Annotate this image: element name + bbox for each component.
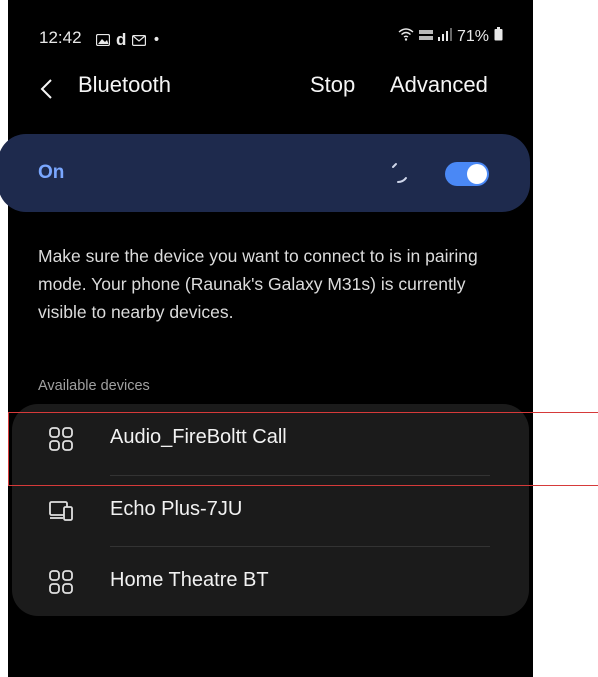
battery-percent: 71% [456, 27, 489, 45]
computer-device-icon [48, 498, 74, 524]
back-button[interactable] [36, 74, 60, 104]
status-dot: • [152, 32, 161, 48]
advanced-button[interactable]: Advanced [390, 72, 488, 98]
audio-device-icon [48, 569, 74, 595]
mail-icon [132, 31, 147, 50]
available-devices-label: Available devices [38, 378, 150, 394]
volte-icon [418, 28, 433, 46]
header-bar: Bluetooth Stop Advanced [8, 72, 533, 112]
signal-icon [437, 27, 452, 46]
phone-screen: 12:42 d • 71% Bluetooth Stop Advanced On… [0, 0, 533, 677]
page-title: Bluetooth [78, 72, 171, 97]
chevron-left-icon [40, 79, 52, 99]
device-item-echo-plus[interactable]: Echo Plus-7JU [12, 476, 529, 546]
scanning-spinner-icon [384, 158, 414, 188]
device-item-home-theatre[interactable]: Home Theatre BT [12, 547, 529, 617]
bluetooth-switch[interactable] [445, 162, 489, 186]
status-right: 71% [398, 27, 503, 46]
wifi-icon [398, 27, 414, 46]
device-name: Echo Plus-7JU [110, 498, 243, 520]
gallery-icon [95, 31, 111, 50]
switch-knob [467, 164, 487, 184]
status-letter: d [116, 30, 127, 49]
status-bar: 12:42 d • 71% [8, 0, 533, 72]
stop-button[interactable]: Stop [310, 72, 355, 98]
bluetooth-state-label: On [38, 162, 65, 183]
pairing-description: Make sure the device you want to connect… [38, 246, 478, 322]
audio-device-icon [48, 426, 74, 452]
device-name: Audio_FireBoltt Call [110, 426, 287, 448]
available-devices-list: Audio_FireBoltt Call Echo Plus-7JU Home … [12, 404, 529, 616]
device-item-audio-fireboltt[interactable]: Audio_FireBoltt Call [12, 404, 529, 474]
status-time: 12:42 [39, 28, 82, 47]
bluetooth-toggle-card[interactable]: On [0, 134, 530, 212]
battery-icon [494, 27, 503, 46]
notification-icons: d • [95, 30, 161, 50]
device-name: Home Theatre BT [110, 569, 269, 591]
